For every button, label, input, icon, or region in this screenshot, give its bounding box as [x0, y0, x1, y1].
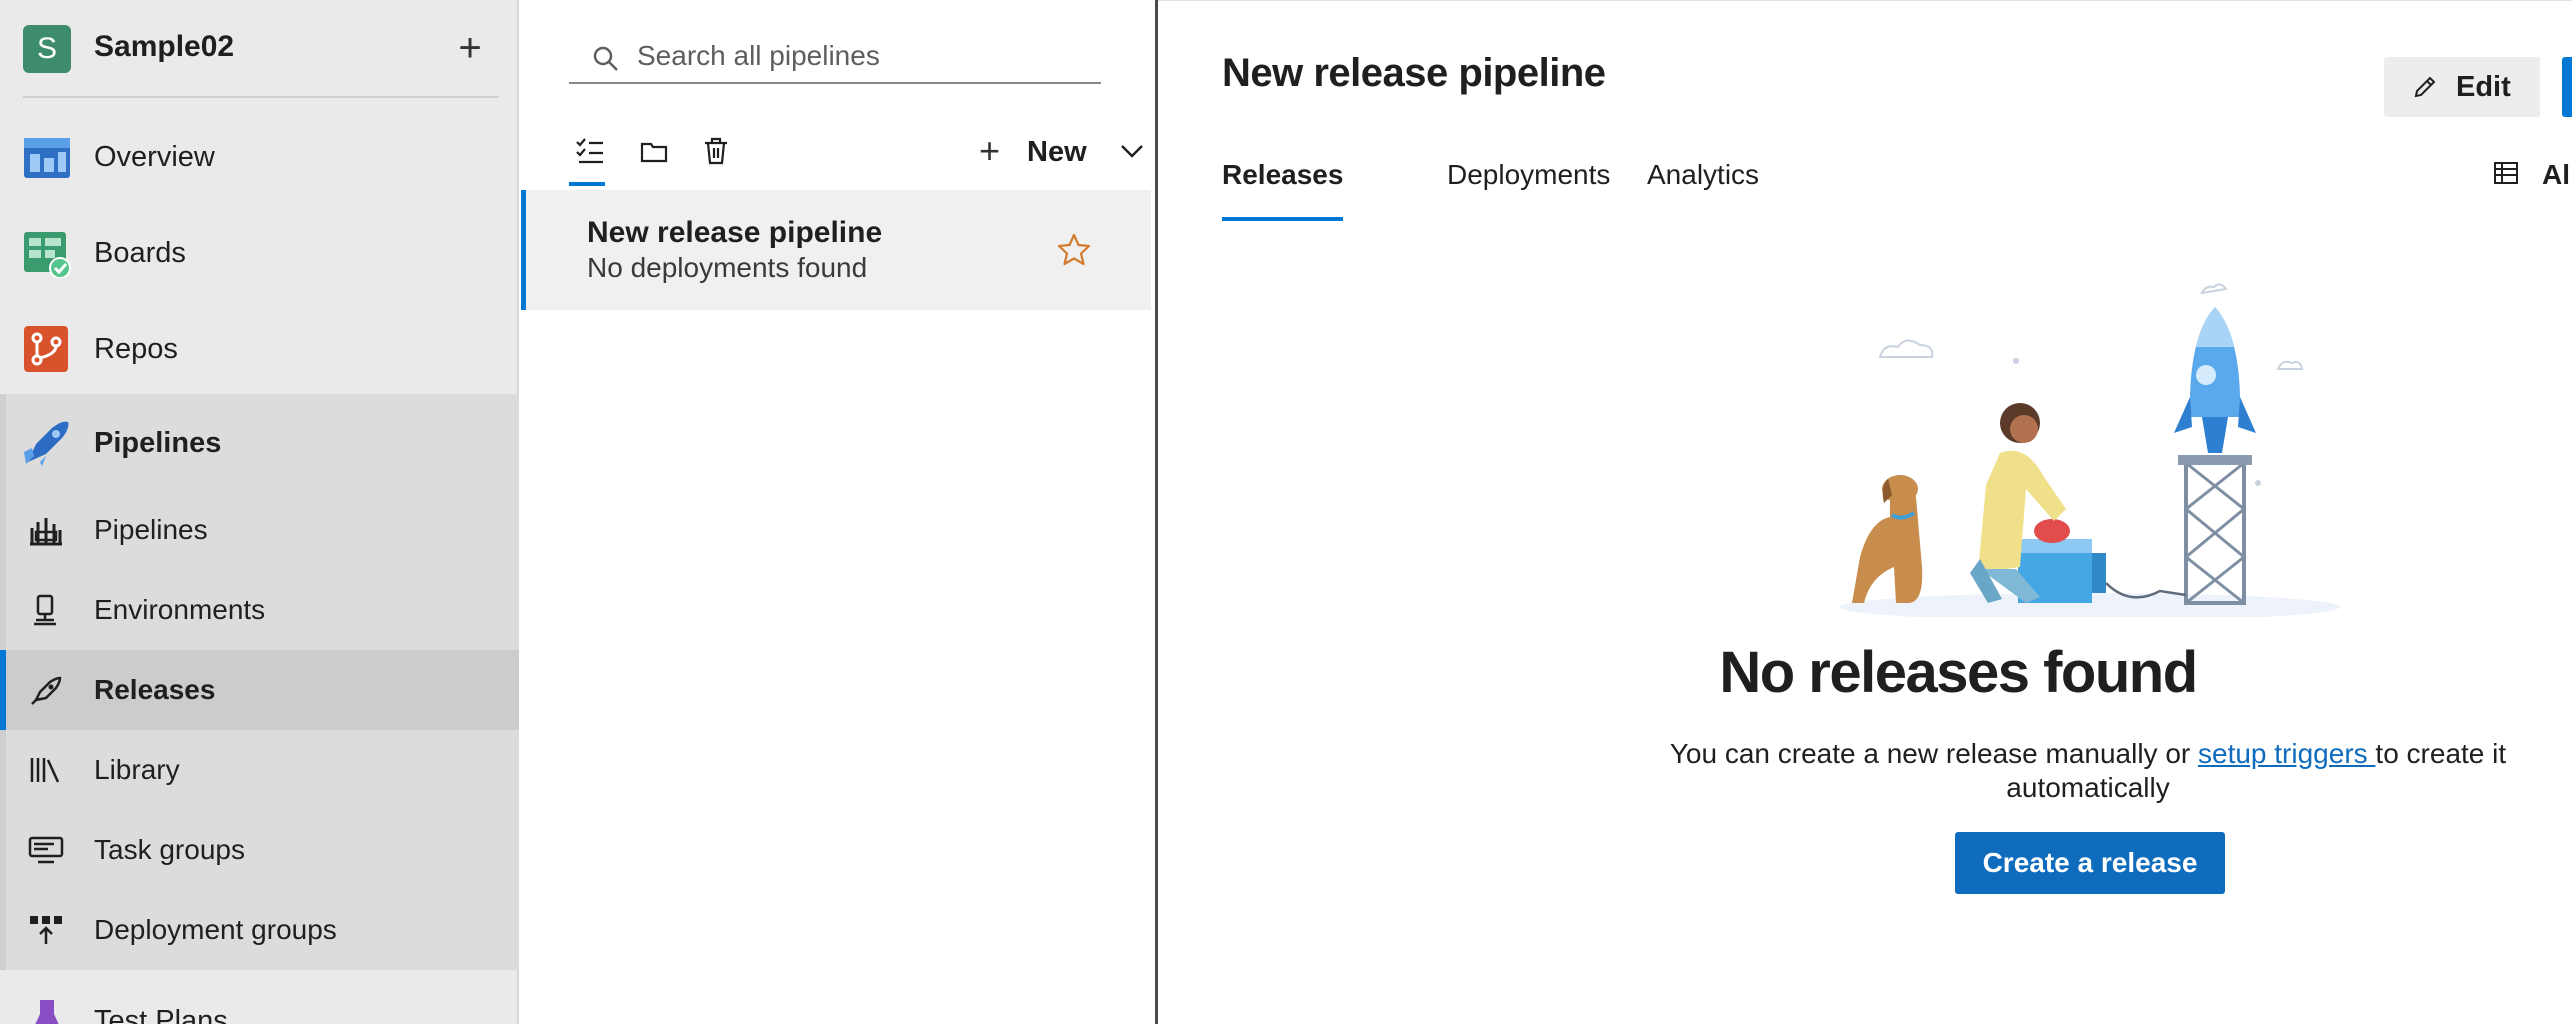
table-view-icon — [2494, 162, 2518, 184]
nav-divider — [23, 96, 499, 98]
plus-icon: + — [979, 130, 1001, 171]
test-plans-icon — [35, 1000, 59, 1024]
pipeline-detail-pane: New release pipeline Edit Releases Deplo… — [1158, 0, 2572, 1024]
empty-state-title: No releases found — [1719, 640, 2198, 705]
sidebar-item-label: Releases — [94, 674, 216, 705]
nav-label-overview: Overview — [94, 141, 215, 173]
overview-icon — [24, 138, 70, 178]
tab-releases[interactable]: Releases — [1222, 159, 1344, 221]
view-toggle-button[interactable]: Al — [2492, 157, 2572, 197]
create-release-button[interactable]: Create a release — [1955, 832, 2225, 894]
boards-icon — [24, 232, 71, 278]
deployment-groups-icon — [30, 916, 62, 944]
pipelines-rocket-icon — [24, 421, 69, 466]
favorite-star-icon[interactable] — [1056, 232, 1092, 268]
sidebar-item-deployment-groups[interactable]: Deployment groups — [0, 890, 519, 970]
pipelines-icon — [30, 518, 62, 546]
pipeline-name: New release pipeline — [587, 216, 883, 249]
sidebar-item-environments[interactable]: Environments — [0, 570, 519, 650]
sidebar-item-label: Pipelines — [94, 514, 208, 545]
nav-label-repos: Repos — [94, 333, 178, 365]
nav-label-boards: Boards — [94, 237, 186, 269]
sidebar-item-label: Environments — [94, 594, 266, 625]
project-name[interactable]: Sample02 — [94, 30, 234, 64]
edit-button[interactable]: Edit — [2384, 57, 2540, 117]
mine-view-button[interactable] — [569, 126, 609, 186]
project-header: S Sample02 + — [0, 0, 519, 98]
search-icon — [593, 46, 618, 71]
new-pipeline-button[interactable]: + New — [979, 128, 1159, 176]
sidebar-item-task-groups[interactable]: Task groups — [0, 810, 519, 890]
checklist-icon — [576, 138, 603, 164]
empty-desc-text-1: You can create a new release manually or — [1669, 738, 2198, 769]
list-toolbar: + New — [569, 126, 1149, 186]
sidebar-item-label: Deployment groups — [94, 914, 337, 945]
sidebar-item-library[interactable]: Library — [0, 730, 519, 810]
pipeline-status: No deployments found — [587, 252, 868, 283]
trash-icon — [705, 137, 727, 165]
tab-analytics[interactable]: Analytics — [1647, 159, 1759, 221]
search-input[interactable] — [637, 36, 1087, 76]
pipelines-list-pane: + New New release pipeline No deployment… — [521, 0, 1155, 1024]
page-title: New release pipeline — [1222, 51, 1606, 95]
sidebar-item-pipelines[interactable]: Pipelines — [0, 490, 519, 570]
tab-deployments[interactable]: Deployments — [1447, 159, 1610, 221]
sidebar-item-label: Library — [94, 754, 180, 785]
pipeline-list-item[interactable]: New release pipeline No deployments foun… — [521, 190, 1151, 310]
sidebar-item-label: Task groups — [94, 834, 245, 865]
folders-view-button[interactable] — [633, 126, 673, 182]
nav-item-test-plans[interactable]: Test Plans — [0, 972, 519, 1024]
new-button-label: New — [1027, 136, 1087, 168]
view-toggle-label: Al — [2542, 159, 2570, 190]
pipelines-nav-group: Pipelines Pipelines Environments Release… — [0, 394, 519, 970]
nav-item-overview[interactable]: Overview — [0, 108, 519, 204]
detail-tabs: Releases Deployments Analytics — [1222, 149, 2422, 221]
folder-icon — [640, 142, 668, 163]
left-navigation: S Sample02 + Overview Boards Repos Pipel… — [0, 0, 519, 1024]
pencil-icon — [2414, 76, 2436, 98]
environments-icon — [34, 594, 56, 626]
task-groups-icon — [28, 836, 64, 864]
project-avatar[interactable]: S — [23, 25, 71, 73]
sidebar-item-releases[interactable]: Releases — [0, 650, 519, 730]
edit-button-label: Edit — [2456, 71, 2511, 103]
nav-item-boards[interactable]: Boards — [0, 204, 519, 300]
nav-item-pipelines[interactable]: Pipelines — [0, 394, 519, 490]
chevron-down-icon — [1121, 145, 1143, 158]
create-release-top-button[interactable] — [2562, 57, 2572, 117]
nav-item-repos[interactable]: Repos — [0, 300, 519, 396]
rocket-launch-illustration — [1840, 283, 2340, 617]
nav-label-test-plans: Test Plans — [94, 1005, 228, 1024]
add-project-button[interactable]: + — [452, 26, 488, 70]
releases-icon — [31, 676, 62, 705]
nav-label-pipelines-group: Pipelines — [94, 427, 222, 459]
empty-state-description: You can create a new release manually or… — [1638, 737, 2538, 805]
deleted-view-button[interactable] — [695, 126, 735, 182]
setup-triggers-link[interactable]: setup triggers — [2198, 738, 2375, 769]
library-icon — [30, 758, 60, 783]
search-box — [569, 30, 1101, 84]
repos-icon — [24, 326, 68, 372]
